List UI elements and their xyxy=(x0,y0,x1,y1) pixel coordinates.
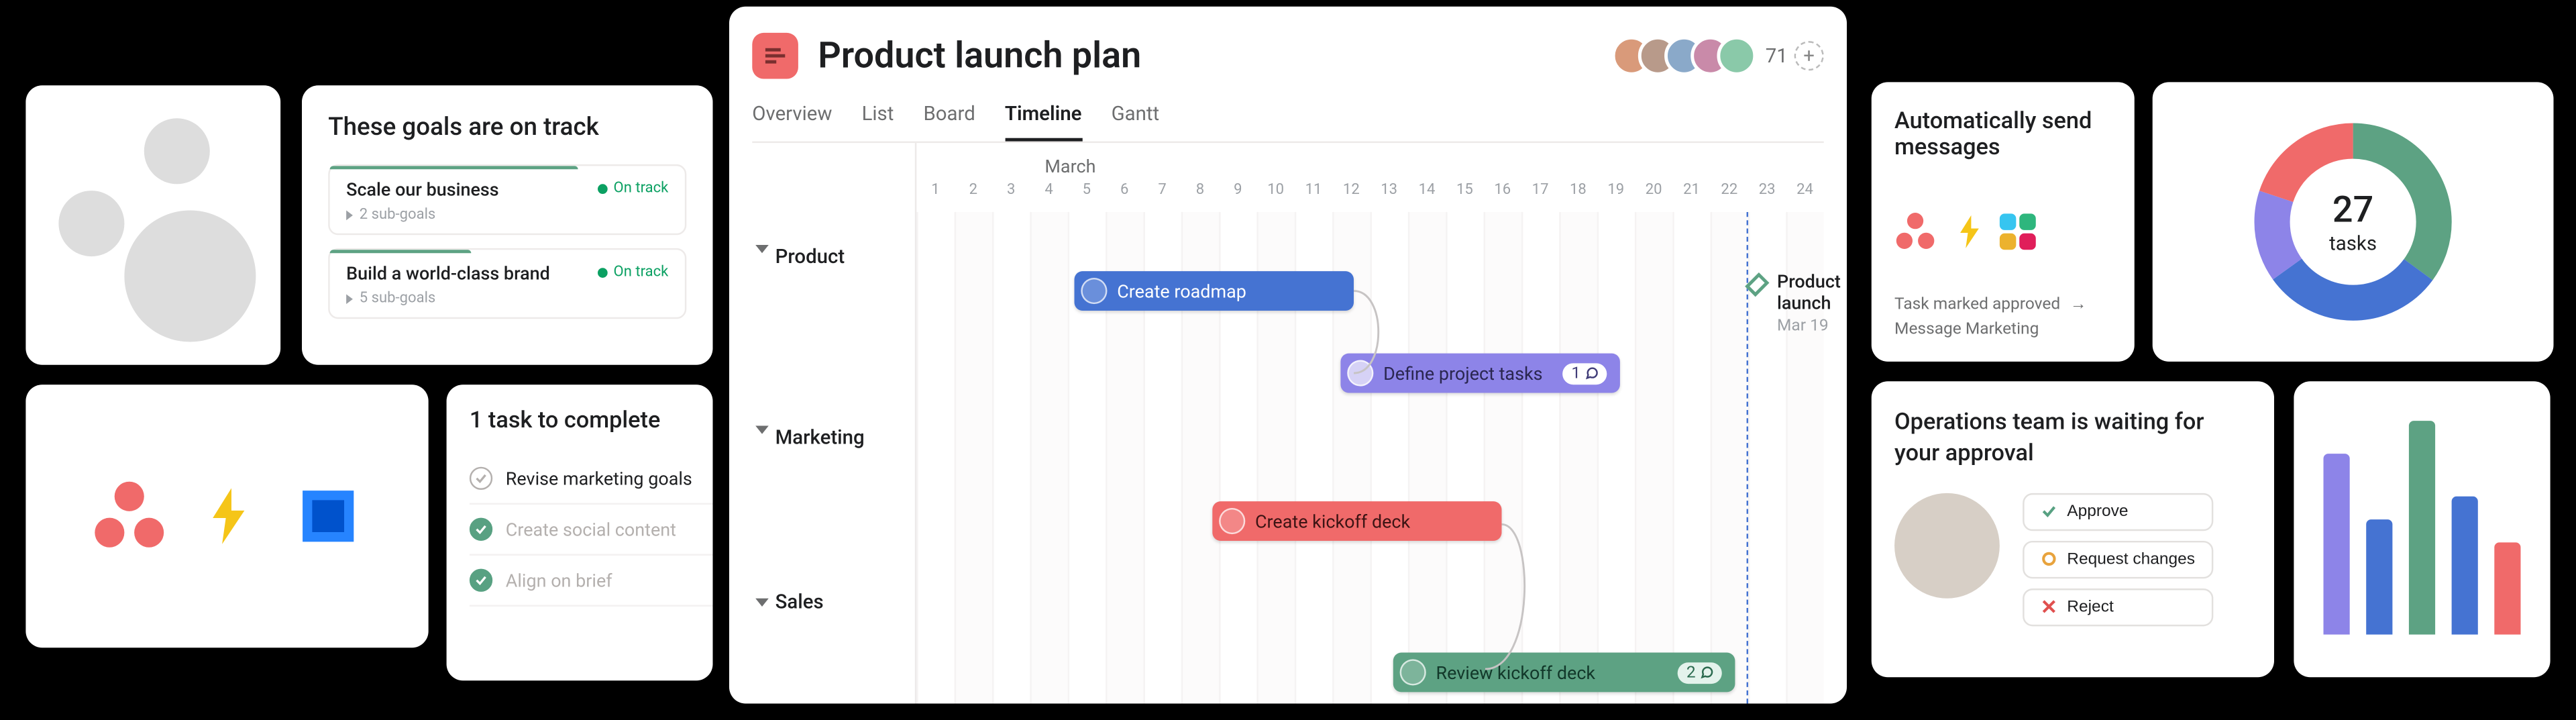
project-members[interactable]: 71 + xyxy=(1611,36,1823,75)
goals-card: These goals are on track Scale our busin… xyxy=(302,85,713,365)
task-row[interactable]: Revise marketing goals xyxy=(470,454,713,505)
assignee-avatar xyxy=(1347,360,1373,386)
avatar xyxy=(124,210,256,342)
goal-subcount: 5 sub-goals xyxy=(346,291,668,307)
tab-timeline[interactable]: Timeline xyxy=(1005,101,1082,141)
tasks-title: 1 task to complete xyxy=(470,407,713,433)
asana-icon xyxy=(1894,211,1920,252)
approval-card: Operations team is waiting for your appr… xyxy=(1872,381,2274,677)
avatar xyxy=(144,118,210,184)
bar xyxy=(2324,454,2350,635)
goal-status: On track xyxy=(597,181,668,197)
goal-subcount: 2 sub-goals xyxy=(346,207,668,223)
task-bar-create-kickoff-deck[interactable]: Create kickoff deck xyxy=(1212,501,1501,541)
automation-title: Automatically send messages xyxy=(1894,108,2111,160)
project-icon xyxy=(752,32,798,79)
task-label: Define project tasks xyxy=(1383,362,1542,384)
approval-title: Operations team is waiting for your appr… xyxy=(1894,407,2251,470)
section-sales[interactable]: Sales xyxy=(752,576,915,626)
bar xyxy=(2409,421,2435,635)
goal-progress xyxy=(330,166,578,169)
milestone-product-launch[interactable]: Product launch Mar 19 xyxy=(1750,271,1846,336)
integration-card xyxy=(25,384,428,648)
task-label: Create social content xyxy=(506,518,676,539)
timeline-sections: Product Marketing Sales xyxy=(752,143,916,703)
task-bar-create-roadmap[interactable]: Create roadmap xyxy=(1075,271,1354,311)
task-bar-review-kickoff-deck[interactable]: Review kickoff deck 2 xyxy=(1393,652,1735,692)
bar-chart-card xyxy=(2294,381,2550,677)
tab-board[interactable]: Board xyxy=(923,101,975,141)
reject-button[interactable]: Reject xyxy=(2023,588,2213,625)
automation-card: Automatically send messages Task marked … xyxy=(1872,82,2135,362)
task-label: Review kickoff deck xyxy=(1436,662,1596,683)
goal-progress xyxy=(330,250,472,253)
arrow-right-icon: → xyxy=(2070,295,2087,313)
assignee-avatar xyxy=(1400,659,1426,685)
section-product[interactable]: Product xyxy=(752,232,915,413)
add-member-button[interactable]: + xyxy=(1794,41,1824,70)
check-icon[interactable] xyxy=(470,568,492,591)
task-label: Create kickoff deck xyxy=(1255,510,1410,531)
avatar xyxy=(1716,36,1756,75)
timeline-grid xyxy=(916,211,1823,703)
task-label: Create roadmap xyxy=(1117,280,1246,301)
milestone-date: Mar 19 xyxy=(1777,317,1846,335)
project-timeline-card: Product launch plan 71 + Overview List B… xyxy=(729,6,1847,703)
automation-bolt-icon xyxy=(1957,215,1983,248)
comment-badge: 1 xyxy=(1563,362,1607,384)
task-row[interactable]: Create social content xyxy=(470,505,713,556)
asana-icon xyxy=(91,478,166,554)
timeline-days: 123456789101112131415161718192021222324 xyxy=(916,182,1823,208)
assignee-avatar xyxy=(1219,507,1245,533)
goal-item[interactable]: Build a world-class brand On track 5 sub… xyxy=(328,248,686,318)
task-label: Revise marketing goals xyxy=(506,467,692,488)
task-label: Align on brief xyxy=(506,569,612,590)
people-card xyxy=(25,85,280,365)
donut-center-label: 27 tasks xyxy=(2246,115,2460,329)
tab-list[interactable]: List xyxy=(862,101,894,141)
assignee-avatar xyxy=(1081,277,1107,303)
jira-icon xyxy=(276,464,378,566)
task-bar-define-project-tasks[interactable]: Define project tasks 1 xyxy=(1340,353,1620,393)
goals-title: These goals are on track xyxy=(328,111,686,141)
bar xyxy=(2366,519,2392,635)
tab-gantt[interactable]: Gantt xyxy=(1112,101,1160,141)
request-changes-button[interactable]: Request changes xyxy=(2023,540,2213,578)
comment-badge: 2 xyxy=(1678,662,1722,683)
tab-overview[interactable]: Overview xyxy=(752,101,832,141)
section-marketing[interactable]: Marketing xyxy=(752,412,915,576)
approve-button[interactable]: Approve xyxy=(2023,493,2213,530)
avatar xyxy=(58,191,124,256)
goal-item[interactable]: Scale our business On track 2 sub-goals xyxy=(328,164,686,234)
slack-icon xyxy=(2000,213,2036,250)
check-icon[interactable] xyxy=(470,517,492,540)
member-count: 71 xyxy=(1766,44,1788,67)
bar xyxy=(2494,542,2520,634)
timeline: Product Marketing Sales March 1234567891… xyxy=(752,143,1823,703)
check-icon[interactable] xyxy=(470,466,492,489)
project-title: Product launch plan xyxy=(818,35,1591,76)
milestone-title: Product launch xyxy=(1777,271,1846,314)
view-tabs: Overview List Board Timeline Gantt xyxy=(752,101,1823,142)
goal-status: On track xyxy=(597,264,668,281)
bar xyxy=(2452,496,2478,634)
automation-bolt-icon xyxy=(206,488,252,544)
task-row[interactable]: Align on brief xyxy=(470,556,713,607)
avatar xyxy=(1894,493,2000,598)
tasks-card: 1 task to complete Revise marketing goal… xyxy=(447,384,713,680)
automation-rule: Task marked approved→ Message Marketing xyxy=(1894,293,2111,342)
donut-chart-card: 27 tasks xyxy=(2153,82,2554,362)
timeline-month: March xyxy=(1044,156,1095,177)
